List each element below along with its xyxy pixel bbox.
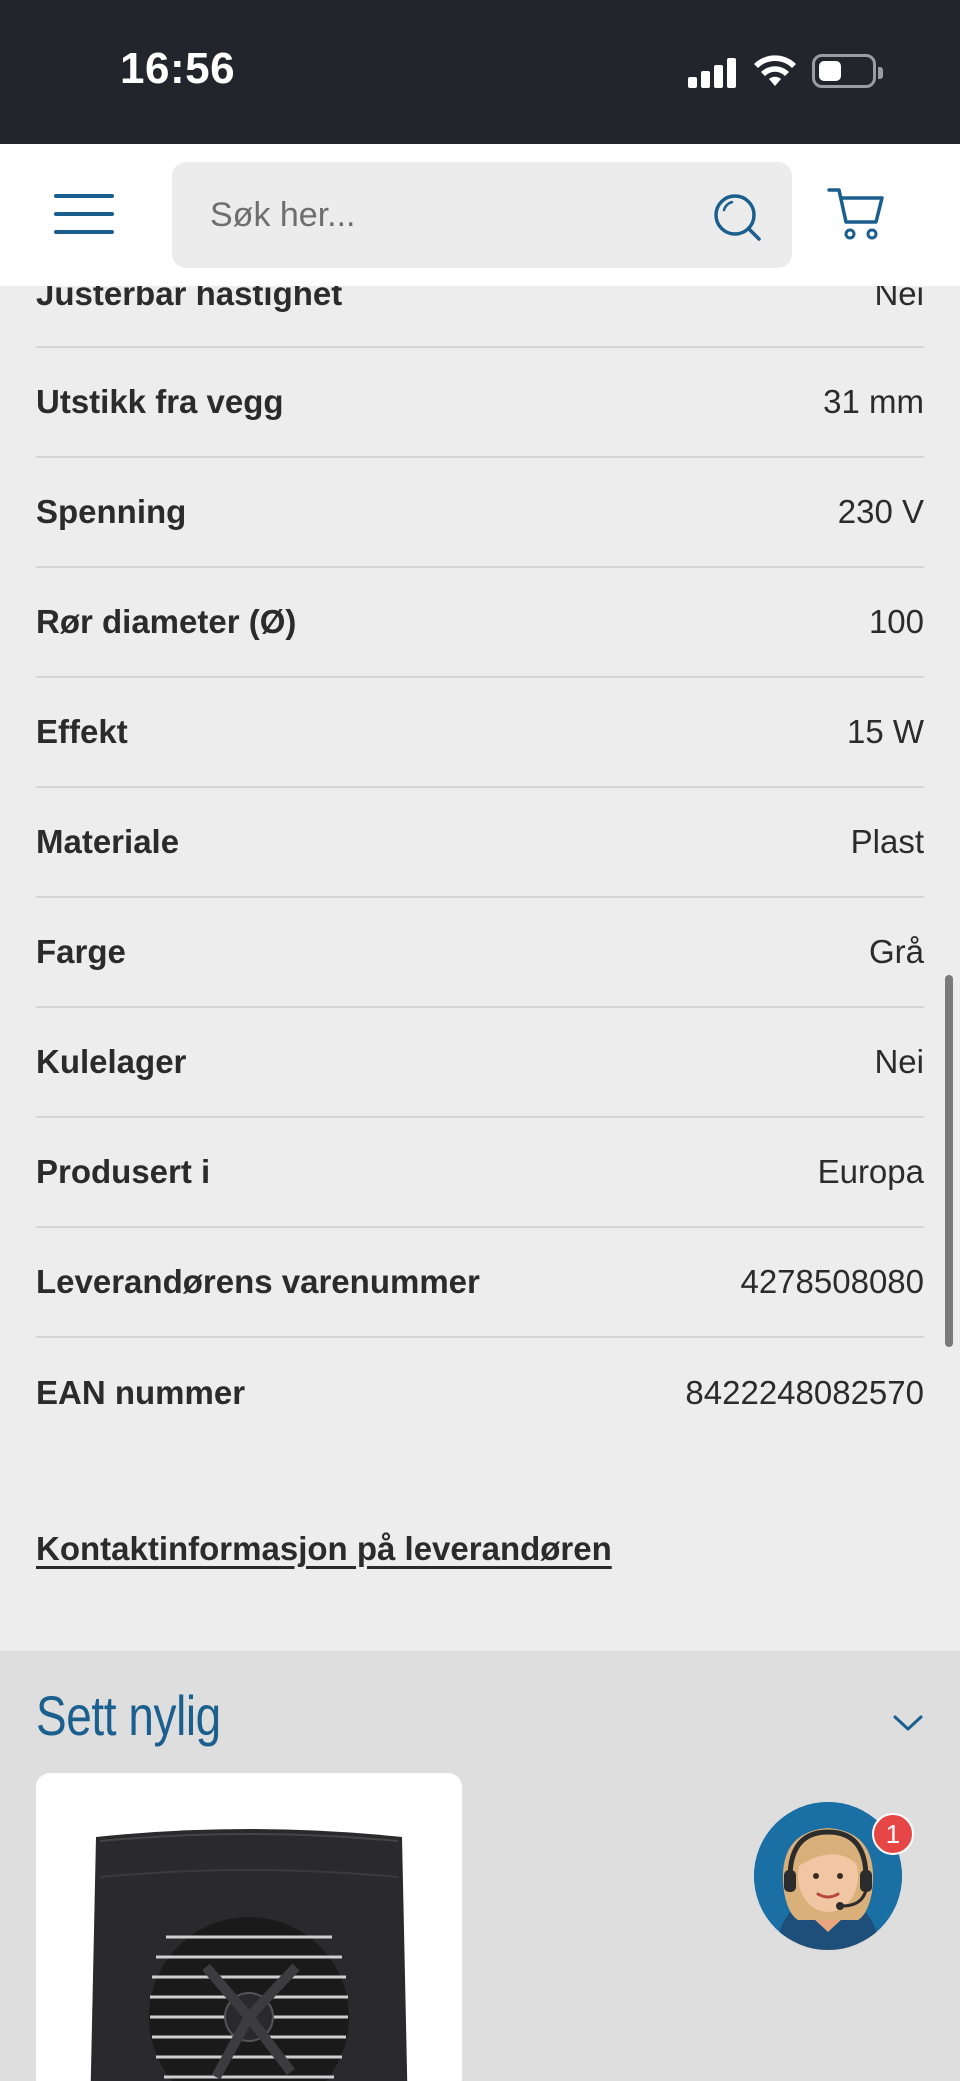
cart-icon[interactable] [826,184,886,242]
supplier-contact-link[interactable]: Kontaktinformasjon på leverandøren [36,1530,612,1568]
search-icon[interactable] [712,192,764,244]
spec-value: 31 mm [823,383,924,420]
spec-row: Materiale Plast [36,788,924,898]
spec-row: Leverandørens varenummer 4278508080 [36,1228,924,1338]
spec-row: EAN nummer 8422248082570 [36,1338,924,1448]
spec-label: Kulelager [36,1043,187,1080]
spec-row: Kulelager Nei [36,1008,924,1118]
spec-row: Effekt 15 W [36,678,924,788]
spec-row: Utstikk fra vegg 31 mm [36,348,924,458]
chat-notification-badge: 1 [872,1813,914,1855]
spec-label: Materiale [36,823,180,860]
spec-value: Plast [850,823,924,860]
spec-value: Europa [817,1153,924,1190]
site-header [0,144,960,286]
spec-value: 4278508080 [740,1263,924,1300]
recent-product-card[interactable] [36,1773,462,2081]
spec-label: Utstikk fra vegg [36,383,284,420]
search-box [172,162,792,268]
spec-value: Grå [868,933,924,970]
spec-row: Farge Grå [36,898,924,1008]
hamburger-menu-icon[interactable] [54,190,116,238]
battery-icon [812,54,883,88]
status-time: 16:56 [120,44,236,93]
chevron-down-icon[interactable] [892,1713,924,1733]
spec-label: EAN nummer [36,1374,246,1411]
recently-viewed-title: Sett nylig [36,1684,221,1747]
spec-label: Farge [36,933,126,970]
search-input[interactable] [210,162,690,268]
spec-table: Justerbar hastighet Nei Utstikk fra vegg… [36,250,924,1448]
spec-value: Nei [874,1043,924,1080]
spec-value: 15 W [846,713,924,750]
spec-label: Leverandørens varenummer [36,1263,480,1300]
spec-row: Spenning 230 V [36,458,924,568]
spec-label: Produsert i [36,1153,211,1190]
spec-value: 230 V [837,493,924,530]
signal-icon [688,58,740,88]
spec-row: Produsert i Europa [36,1118,924,1228]
spec-value: 8422248082570 [685,1374,924,1411]
wifi-icon [754,55,796,86]
page-scrollbar[interactable] [945,975,953,1347]
status-bar: 16:56 [0,0,960,144]
spec-value: 100 [868,603,924,640]
spec-label: Rør diameter (Ø) [36,603,297,640]
spec-label: Effekt [36,713,128,750]
product-fan-image [90,1829,408,2081]
spec-row: Rør diameter (Ø) 100 [36,568,924,678]
spec-label: Spenning [36,493,187,530]
